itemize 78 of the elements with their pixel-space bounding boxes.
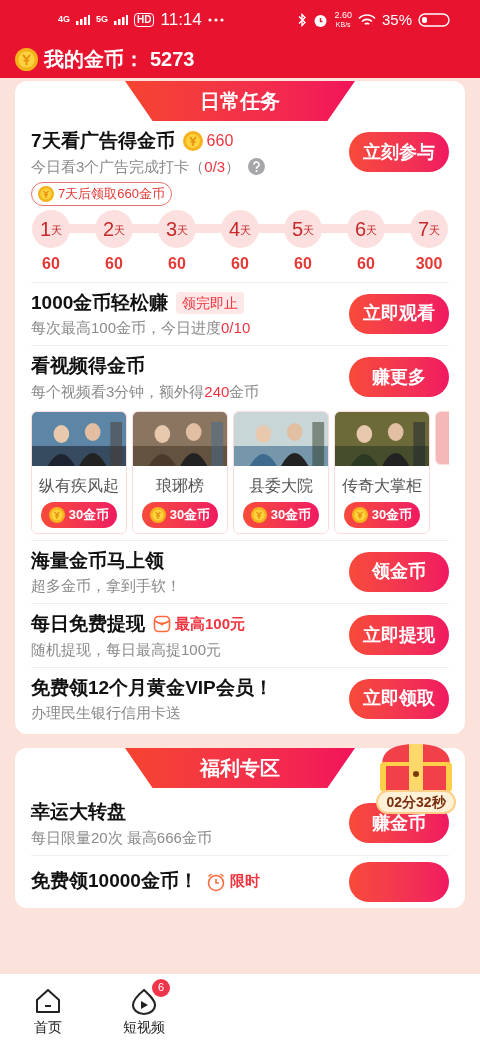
signal-icon bbox=[76, 15, 90, 25]
countdown-timer: 02分32秒 bbox=[376, 790, 456, 814]
bluetooth-icon bbox=[297, 13, 308, 27]
day-reward: 60 bbox=[168, 253, 186, 274]
coin-icon bbox=[149, 506, 166, 523]
task-tag: 最高100元 bbox=[175, 613, 246, 636]
coin-icon bbox=[15, 47, 38, 71]
video-title: 琅琊榜 bbox=[156, 475, 204, 496]
signal-label: 5G bbox=[96, 13, 109, 27]
task-subtitle: 每日限量20次 最高666金币 bbox=[31, 827, 212, 848]
task-title: 1000金币轻松赚 bbox=[31, 290, 169, 315]
task-title: 看视频得金币 bbox=[31, 354, 145, 378]
coin-icon bbox=[48, 506, 65, 523]
battery-percent: 35% bbox=[381, 9, 412, 30]
coin-icon bbox=[351, 506, 368, 523]
alarm-icon bbox=[313, 12, 329, 28]
envelope-icon bbox=[153, 615, 171, 634]
alarm-clock-icon bbox=[205, 871, 226, 892]
task-title: 幸运大转盘 bbox=[31, 800, 126, 824]
clock-time: 11:14 bbox=[160, 9, 202, 32]
home-icon bbox=[34, 986, 62, 1015]
net-speed: 2.60 bbox=[334, 11, 352, 20]
task-tag: 限时 bbox=[229, 870, 260, 893]
day-reward: 60 bbox=[231, 253, 249, 274]
coin-balance: 5273 bbox=[150, 47, 195, 72]
task-subtitle: 随机提现，每日最高提100元 bbox=[31, 639, 222, 660]
video-title: 纵有疾风起 bbox=[39, 475, 119, 496]
action-button[interactable]: 领金币 bbox=[349, 551, 449, 592]
action-button[interactable]: 立即领取 bbox=[349, 678, 449, 719]
video-title: 传奇大掌柜 bbox=[342, 475, 422, 496]
task-subtitle: 办理民生银行信用卡送 bbox=[31, 703, 181, 723]
badge-count: 6 bbox=[152, 978, 170, 997]
nav-tab[interactable]: 6 短视频 bbox=[96, 976, 192, 1038]
action-button[interactable] bbox=[349, 861, 449, 902]
wifi-icon bbox=[357, 13, 376, 27]
coin-balance-label: 我的金币： bbox=[44, 47, 144, 72]
action-button[interactable]: 立即观看 bbox=[349, 293, 449, 334]
section-title: 日常任务 bbox=[125, 81, 355, 121]
task-subtitle: 每个视频看3分钟，额外得240金币 bbox=[31, 381, 260, 402]
reward-amount: 660 bbox=[206, 131, 234, 152]
action-button[interactable]: 赚更多 bbox=[349, 357, 449, 398]
task-title: 免费领10000金币！ bbox=[31, 869, 198, 894]
hd-label: HD bbox=[134, 13, 155, 27]
video-card[interactable]: 琅琊榜 30金币 bbox=[132, 410, 228, 534]
coin-icon bbox=[182, 131, 203, 152]
task-title: 免费领12个月黄金VIP会员！ bbox=[31, 675, 273, 700]
day-reward: 300 bbox=[415, 253, 443, 274]
task-title: 每日免费提现 bbox=[31, 612, 145, 636]
battery-icon bbox=[418, 13, 450, 27]
task-subtitle: 超多金币，拿到手软！ bbox=[31, 576, 181, 596]
task-tag: 领完即止 bbox=[176, 291, 245, 314]
reward-pill: 30金币 bbox=[242, 501, 320, 528]
task-title: 海量金币马上领 bbox=[31, 548, 164, 573]
nav-tab[interactable]: 首页 bbox=[0, 976, 96, 1038]
signal-label: 4G bbox=[58, 13, 70, 27]
play-drop-icon bbox=[130, 986, 158, 1015]
task-subtitle: 今日看3个广告完成打卡（0/3） bbox=[31, 156, 241, 177]
task-subtitle: 每次最高100金币，今日进度0/10 bbox=[31, 318, 251, 338]
action-button[interactable]: 立刻参与 bbox=[349, 132, 449, 173]
reward-pill: 30金币 bbox=[343, 501, 421, 528]
coin-icon bbox=[38, 185, 54, 202]
day-reward: 60 bbox=[294, 253, 312, 274]
action-button[interactable]: 立即提现 bbox=[349, 615, 449, 656]
video-card[interactable]: 传奇大掌柜 30金币 bbox=[334, 410, 430, 534]
day-reward: 60 bbox=[357, 253, 375, 274]
reward-pill: 30金币 bbox=[141, 501, 219, 528]
video-card[interactable]: 县委大院 30金币 bbox=[233, 410, 329, 534]
task-title: 7天看广告得金币 bbox=[31, 129, 175, 153]
video-title: 县委大院 bbox=[249, 475, 313, 496]
reward-pill: 30金币 bbox=[40, 501, 118, 528]
section-title: 福利专区 bbox=[125, 748, 355, 788]
video-card[interactable]: 纵有疾风起 30金币 bbox=[31, 410, 127, 534]
more-icon bbox=[207, 18, 224, 22]
day-reward: 60 bbox=[42, 253, 60, 274]
day-reward: 60 bbox=[105, 253, 123, 274]
help-icon[interactable] bbox=[248, 158, 266, 175]
coin-icon bbox=[250, 506, 267, 523]
signal-icon bbox=[114, 15, 129, 25]
